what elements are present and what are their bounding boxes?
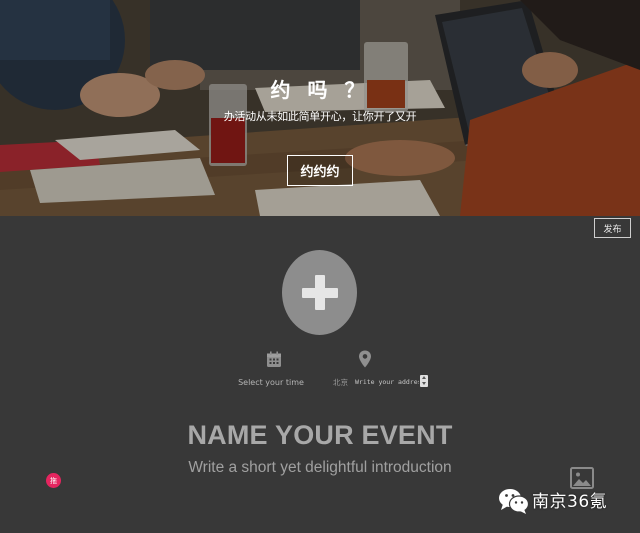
address-stepper[interactable] bbox=[420, 375, 428, 387]
event-name-input[interactable]: NAME YOUR EVENT bbox=[0, 420, 640, 451]
event-intro-input[interactable]: Write a short yet delightful introductio… bbox=[0, 459, 640, 477]
city-label: 北京 bbox=[333, 378, 348, 387]
watermark-text: 南京36氪 bbox=[532, 492, 608, 512]
select-time-label[interactable]: Select your time bbox=[231, 378, 311, 387]
calendar-icon[interactable] bbox=[266, 351, 282, 368]
hero-banner: 约 吗 ？ 办活动从未如此简单开心，让你开了又开 约约约 bbox=[0, 0, 640, 216]
hero-subtitle: 办活动从未如此简单开心，让你开了又开 bbox=[223, 110, 417, 123]
wechat-watermark: 南京36氪 bbox=[498, 485, 628, 515]
hero-title: 约 吗 ？ bbox=[270, 78, 370, 102]
hero-cta-button[interactable]: 约约约 bbox=[287, 155, 353, 186]
drag-badge[interactable]: 拖 bbox=[46, 473, 61, 488]
address-input[interactable] bbox=[355, 376, 419, 388]
add-photo-button[interactable] bbox=[282, 250, 357, 335]
publish-button[interactable]: 发布 bbox=[594, 218, 631, 238]
map-pin-icon[interactable] bbox=[358, 350, 372, 368]
stepper-up-icon bbox=[421, 376, 426, 379]
wechat-icon bbox=[499, 489, 530, 514]
stepper-down-icon bbox=[421, 382, 426, 385]
event-create-page: 约 吗 ？ 办活动从未如此简单开心，让你开了又开 约约约 发布 Select y… bbox=[0, 0, 640, 533]
